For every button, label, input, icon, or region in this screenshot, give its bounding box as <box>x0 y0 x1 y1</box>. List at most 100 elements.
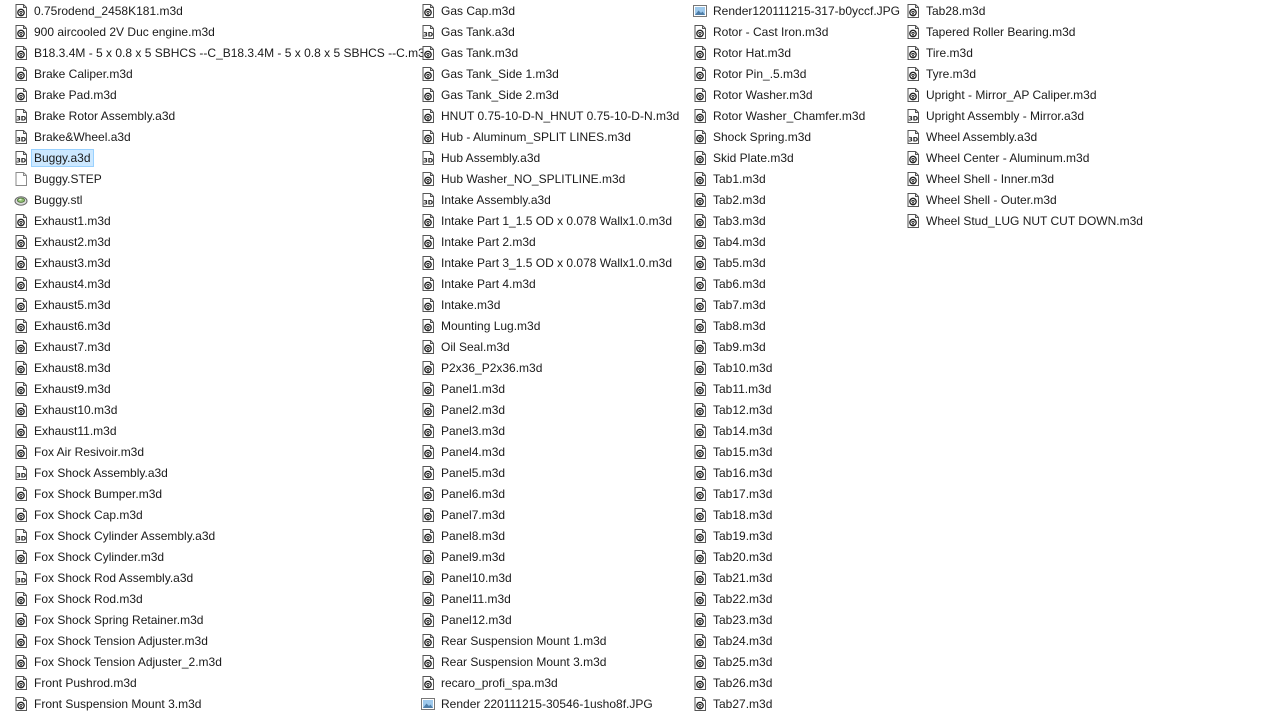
file-item[interactable]: Buggy.stl <box>14 189 410 210</box>
file-item[interactable]: Rotor Washer.m3d <box>693 84 897 105</box>
file-item[interactable]: Tab23.m3d <box>693 609 897 630</box>
file-item[interactable]: Tab17.m3d <box>693 483 897 504</box>
file-item[interactable]: Gas Tank.m3d <box>421 42 683 63</box>
file-item[interactable]: Panel1.m3d <box>421 378 683 399</box>
file-item[interactable]: Tab2.m3d <box>693 189 897 210</box>
file-item[interactable]: Tab10.m3d <box>693 357 897 378</box>
file-item[interactable]: 3D Wheel Assembly.a3d <box>906 126 1206 147</box>
file-item[interactable]: Tab16.m3d <box>693 462 897 483</box>
file-item[interactable]: 0.75rodend_2458K181.m3d <box>14 0 410 21</box>
file-item[interactable]: Exhaust1.m3d <box>14 210 410 231</box>
file-item[interactable]: Upright - Mirror_AP Caliper.m3d <box>906 84 1206 105</box>
file-item[interactable]: Tab12.m3d <box>693 399 897 420</box>
file-item[interactable]: Intake Part 4.m3d <box>421 273 683 294</box>
file-item[interactable]: Fox Shock Cap.m3d <box>14 504 410 525</box>
file-item[interactable]: Rotor Hat.m3d <box>693 42 897 63</box>
file-item[interactable]: Mounting Lug.m3d <box>421 315 683 336</box>
file-item[interactable]: Render 220111215-30546-1usho8f.JPG <box>421 693 683 714</box>
file-item[interactable]: Exhaust10.m3d <box>14 399 410 420</box>
file-item[interactable]: Tab7.m3d <box>693 294 897 315</box>
file-item[interactable]: Fox Shock Rod.m3d <box>14 588 410 609</box>
file-item[interactable]: recaro_profi_spa.m3d <box>421 672 683 693</box>
file-item[interactable]: Panel6.m3d <box>421 483 683 504</box>
file-item[interactable]: Exhaust11.m3d <box>14 420 410 441</box>
file-item[interactable]: Brake Pad.m3d <box>14 84 410 105</box>
file-item[interactable]: Exhaust5.m3d <box>14 294 410 315</box>
file-item[interactable]: Exhaust2.m3d <box>14 231 410 252</box>
file-item[interactable]: Tab5.m3d <box>693 252 897 273</box>
file-item[interactable]: Rear Suspension Mount 1.m3d <box>421 630 683 651</box>
file-item[interactable]: Panel10.m3d <box>421 567 683 588</box>
file-item[interactable]: Fox Air Resivoir.m3d <box>14 441 410 462</box>
file-item[interactable]: Rotor Washer_Chamfer.m3d <box>693 105 897 126</box>
file-item[interactable]: Tab18.m3d <box>693 504 897 525</box>
file-item[interactable]: Tab20.m3d <box>693 546 897 567</box>
file-item[interactable]: Wheel Shell - Inner.m3d <box>906 168 1206 189</box>
file-item[interactable]: Tab19.m3d <box>693 525 897 546</box>
file-item[interactable]: Gas Tank_Side 2.m3d <box>421 84 683 105</box>
file-item[interactable]: Hub - Aluminum_SPLIT LINES.m3d <box>421 126 683 147</box>
file-item[interactable]: Fox Shock Tension Adjuster.m3d <box>14 630 410 651</box>
file-item[interactable]: Panel4.m3d <box>421 441 683 462</box>
file-item[interactable]: Fox Shock Bumper.m3d <box>14 483 410 504</box>
file-item[interactable]: Tab11.m3d <box>693 378 897 399</box>
file-item[interactable]: 3D Gas Tank.a3d <box>421 21 683 42</box>
file-item[interactable]: Fox Shock Spring Retainer.m3d <box>14 609 410 630</box>
file-item[interactable]: Wheel Shell - Outer.m3d <box>906 189 1206 210</box>
file-item[interactable]: Exhaust3.m3d <box>14 252 410 273</box>
file-item[interactable]: Exhaust9.m3d <box>14 378 410 399</box>
file-item[interactable]: Skid Plate.m3d <box>693 147 897 168</box>
file-item[interactable]: Gas Cap.m3d <box>421 0 683 21</box>
file-item[interactable]: 3D Fox Shock Cylinder Assembly.a3d <box>14 525 410 546</box>
file-item[interactable]: Tab25.m3d <box>693 651 897 672</box>
file-item[interactable]: Panel3.m3d <box>421 420 683 441</box>
file-item[interactable]: 900 aircooled 2V Duc engine.m3d <box>14 21 410 42</box>
file-item[interactable]: Panel7.m3d <box>421 504 683 525</box>
file-item[interactable]: Render120111215-317-b0yccf.JPG <box>693 0 900 21</box>
file-item[interactable]: Exhaust8.m3d <box>14 357 410 378</box>
file-item[interactable]: Exhaust7.m3d <box>14 336 410 357</box>
file-item[interactable]: Exhaust6.m3d <box>14 315 410 336</box>
file-item[interactable]: Tab14.m3d <box>693 420 897 441</box>
file-item[interactable]: Oil Seal.m3d <box>421 336 683 357</box>
file-item[interactable]: Intake.m3d <box>421 294 683 315</box>
file-item[interactable]: Front Suspension Mount 3.m3d <box>14 693 410 714</box>
file-item[interactable]: Intake Part 3_1.5 OD x 0.078 Wallx1.0.m3… <box>421 252 683 273</box>
file-item[interactable]: Rear Suspension Mount 3.m3d <box>421 651 683 672</box>
file-item[interactable]: Intake Part 2.m3d <box>421 231 683 252</box>
file-item[interactable]: Brake Caliper.m3d <box>14 63 410 84</box>
file-item[interactable]: Tab26.m3d <box>693 672 897 693</box>
file-item[interactable]: Tab9.m3d <box>693 336 897 357</box>
file-item[interactable]: 3D Buggy.a3d <box>14 147 410 168</box>
file-item[interactable]: Tire.m3d <box>906 42 1206 63</box>
file-item[interactable]: Gas Tank_Side 1.m3d <box>421 63 683 84</box>
file-item[interactable]: Tab28.m3d <box>906 0 1206 21</box>
file-item[interactable]: Panel8.m3d <box>421 525 683 546</box>
file-item[interactable]: Panel2.m3d <box>421 399 683 420</box>
file-item[interactable]: 3D Brake&Wheel.a3d <box>14 126 410 147</box>
file-item[interactable]: Intake Part 1_1.5 OD x 0.078 Wallx1.0.m3… <box>421 210 683 231</box>
file-item[interactable]: Fox Shock Tension Adjuster_2.m3d <box>14 651 410 672</box>
file-item[interactable]: Tab1.m3d <box>693 168 897 189</box>
file-item[interactable]: Shock Spring.m3d <box>693 126 897 147</box>
file-item[interactable]: Tab21.m3d <box>693 567 897 588</box>
file-item[interactable]: Hub Washer_NO_SPLITLINE.m3d <box>421 168 683 189</box>
file-item[interactable]: Panel9.m3d <box>421 546 683 567</box>
file-item[interactable]: 3D Fox Shock Assembly.a3d <box>14 462 410 483</box>
file-item[interactable]: B18.3.4M - 5 x 0.8 x 5 SBHCS --C_B18.3.4… <box>14 42 431 63</box>
file-item[interactable]: 3D Intake Assembly.a3d <box>421 189 683 210</box>
file-item[interactable]: Tapered Roller Bearing.m3d <box>906 21 1206 42</box>
file-item[interactable]: HNUT 0.75-10-D-N_HNUT 0.75-10-D-N.m3d <box>421 105 683 126</box>
file-item[interactable]: 3D Brake Rotor Assembly.a3d <box>14 105 410 126</box>
file-item[interactable]: Rotor Pin_.5.m3d <box>693 63 897 84</box>
file-item[interactable]: Fox Shock Cylinder.m3d <box>14 546 410 567</box>
file-item[interactable]: P2x36_P2x36.m3d <box>421 357 683 378</box>
file-item[interactable]: Tab8.m3d <box>693 315 897 336</box>
file-item[interactable]: 3D Upright Assembly - Mirror.a3d <box>906 105 1206 126</box>
file-item[interactable]: Panel11.m3d <box>421 588 683 609</box>
file-item[interactable]: Front Pushrod.m3d <box>14 672 410 693</box>
file-item[interactable]: Tab22.m3d <box>693 588 897 609</box>
file-item[interactable]: Buggy.STEP <box>14 168 410 189</box>
file-item[interactable]: Wheel Center - Aluminum.m3d <box>906 147 1206 168</box>
file-item[interactable]: 3D Hub Assembly.a3d <box>421 147 683 168</box>
